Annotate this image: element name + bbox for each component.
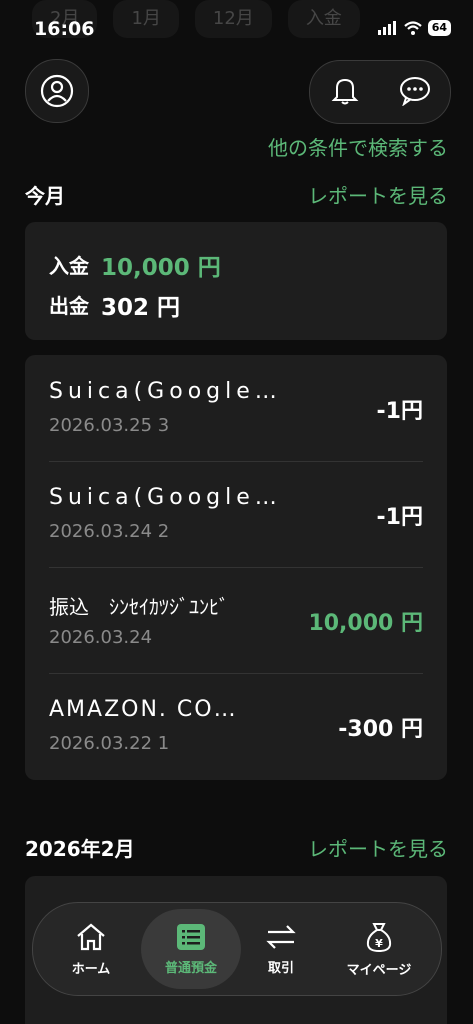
chat-button[interactable] — [398, 74, 432, 110]
transfer-icon — [266, 924, 296, 949]
transaction-list: Suica(Google… 2026.03.25 3 -1円 Suica(Goo… — [25, 355, 447, 780]
deposit-label: 入金 — [49, 254, 89, 278]
nav-item-transactions[interactable]: 取引 — [231, 909, 331, 989]
bottom-nav: ホーム 普通預金 取引 ¥ マイページ — [32, 902, 442, 996]
withdraw-value: 302 円 — [101, 295, 181, 321]
withdraw-label: 出金 — [49, 294, 89, 318]
header-action-group — [309, 60, 451, 124]
home-icon — [77, 923, 105, 950]
month-title: 今月 — [25, 184, 65, 208]
transaction-date: 2026.03.24 — [49, 627, 153, 648]
advanced-search-link[interactable]: 他の条件で検索する — [268, 132, 448, 161]
transaction-row[interactable]: AMAZON. CO… 2026.03.22 1 -300 円 — [49, 673, 423, 779]
filter-chip[interactable]: 1月 — [113, 0, 179, 38]
status-time: 16:06 — [34, 18, 95, 40]
user-icon — [40, 74, 74, 108]
report-link[interactable]: レポートを見る — [308, 180, 448, 209]
filter-chip[interactable]: 入金 — [287, 0, 360, 38]
nav-label: ホーム — [71, 961, 111, 977]
bell-icon — [331, 78, 358, 105]
svg-text:¥: ¥ — [375, 937, 383, 950]
money-bag-icon: ¥ — [366, 922, 392, 952]
battery-indicator: 64 — [427, 20, 451, 36]
report-link[interactable]: レポートを見る — [308, 833, 448, 862]
month-title: 2026年2月 — [25, 837, 135, 861]
wifi-icon — [403, 21, 422, 35]
nav-item-home[interactable]: ホーム — [41, 909, 141, 989]
notification-button[interactable] — [329, 74, 361, 110]
summary-card: 入金 10,000 円 出金 302 円 — [25, 222, 447, 340]
transaction-name: AMAZON. CO… — [49, 697, 238, 722]
transaction-row[interactable]: Suica(Google… 2026.03.24 2 -1円 — [49, 461, 423, 567]
nav-item-mypage[interactable]: ¥ マイページ — [329, 909, 429, 989]
transaction-date: 2026.03.22 1 — [49, 733, 170, 754]
transaction-name: Suica(Google… — [49, 379, 282, 404]
transaction-amount: -1円 — [376, 399, 423, 424]
transaction-date: 2026.03.24 2 — [49, 521, 170, 542]
transaction-row[interactable]: Suica(Google… 2026.03.25 3 -1円 — [49, 355, 423, 461]
status-bar: 2月 1月 12月 入金 16:06 64 — [0, 0, 473, 44]
transaction-row[interactable]: 振込 ｼﾝｾｲｶﾂｼﾞﾕﾝﾋﾞ 2026.03.24 10,000 円 — [49, 567, 423, 673]
nav-item-savings[interactable]: 普通預金 — [141, 909, 241, 989]
profile-button[interactable] — [25, 59, 89, 123]
filter-chip[interactable]: 12月 — [194, 0, 272, 38]
transaction-amount: -1円 — [376, 505, 423, 530]
chat-icon — [399, 77, 430, 107]
deposit-value: 10,000 円 — [101, 255, 221, 281]
transaction-date: 2026.03.25 3 — [49, 415, 170, 436]
nav-label: 普通預金 — [164, 960, 217, 976]
transaction-amount: -300 円 — [338, 717, 423, 742]
list-icon — [177, 923, 205, 950]
nav-label: 取引 — [267, 960, 294, 976]
transaction-name: 振込 ｼﾝｾｲｶﾂｼﾞﾕﾝﾋﾞ — [49, 595, 229, 619]
transaction-name: Suica(Google… — [49, 485, 282, 510]
signal-icon — [377, 21, 396, 35]
transaction-amount: 10,000 円 — [308, 611, 423, 636]
nav-label: マイページ — [346, 962, 412, 978]
